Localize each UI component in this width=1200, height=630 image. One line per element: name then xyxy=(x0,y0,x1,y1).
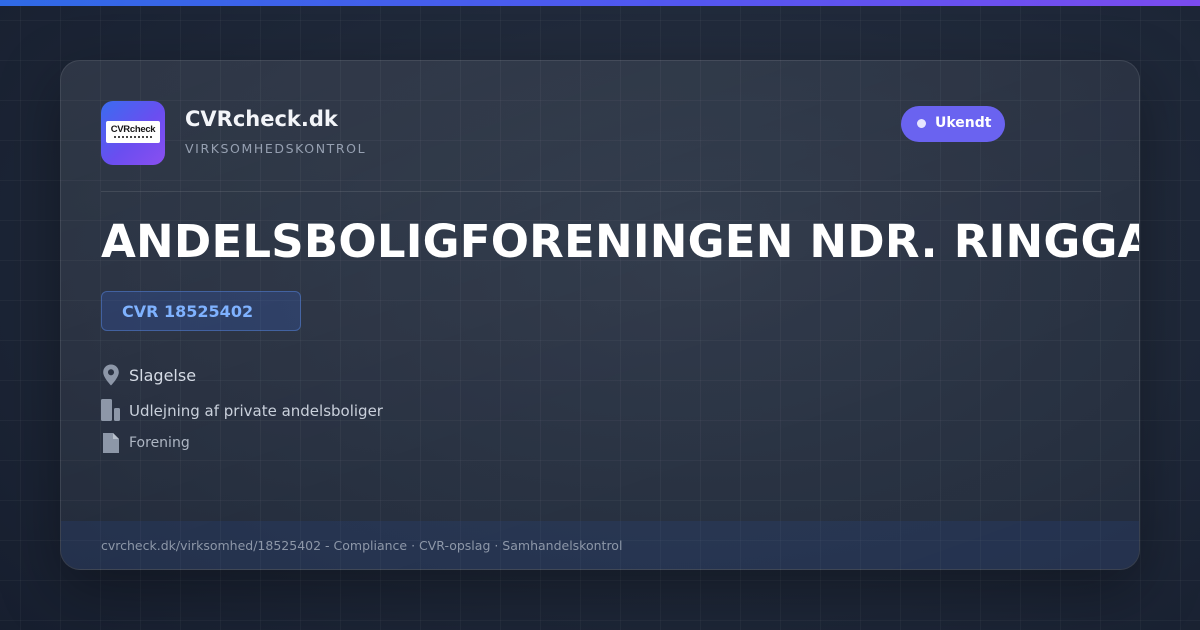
company-industry: Udlejning af private andelsboliger xyxy=(129,402,383,420)
building-icon xyxy=(101,399,120,421)
header-divider xyxy=(101,191,1101,192)
logo-text: CVRcheck xyxy=(110,124,156,135)
status-badge: Ukendt xyxy=(901,106,1005,142)
company-card: CVRcheck CVRcheck.dk VIRKSOMHEDSKONTROL … xyxy=(60,60,1140,570)
location-pin-icon xyxy=(103,364,119,386)
status-label: Ukendt xyxy=(935,115,992,131)
document-icon xyxy=(103,433,119,453)
cvr-badge: CVR 18525402 xyxy=(101,291,301,331)
accent-top-bar xyxy=(0,0,1200,6)
footer-text: cvrcheck.dk/virksomhed/18525402 - Compli… xyxy=(101,538,623,553)
brand-tagline: VIRKSOMHEDSKONTROL xyxy=(185,141,367,156)
card-footer: cvrcheck.dk/virksomhed/18525402 - Compli… xyxy=(61,521,1139,569)
brand-name: CVRcheck.dk xyxy=(185,107,338,131)
company-legal-form: Forening xyxy=(129,435,190,451)
company-city: Slagelse xyxy=(129,366,197,385)
status-dot-icon xyxy=(917,119,926,128)
company-name: ANDELSBOLIGFORENINGEN NDR. RINGGADE 26. xyxy=(101,215,1139,268)
cvr-number: CVR 18525402 xyxy=(122,302,254,321)
logo-underline xyxy=(114,136,152,138)
brand-logo: CVRcheck xyxy=(101,101,165,165)
logo-plate: CVRcheck xyxy=(106,121,160,143)
